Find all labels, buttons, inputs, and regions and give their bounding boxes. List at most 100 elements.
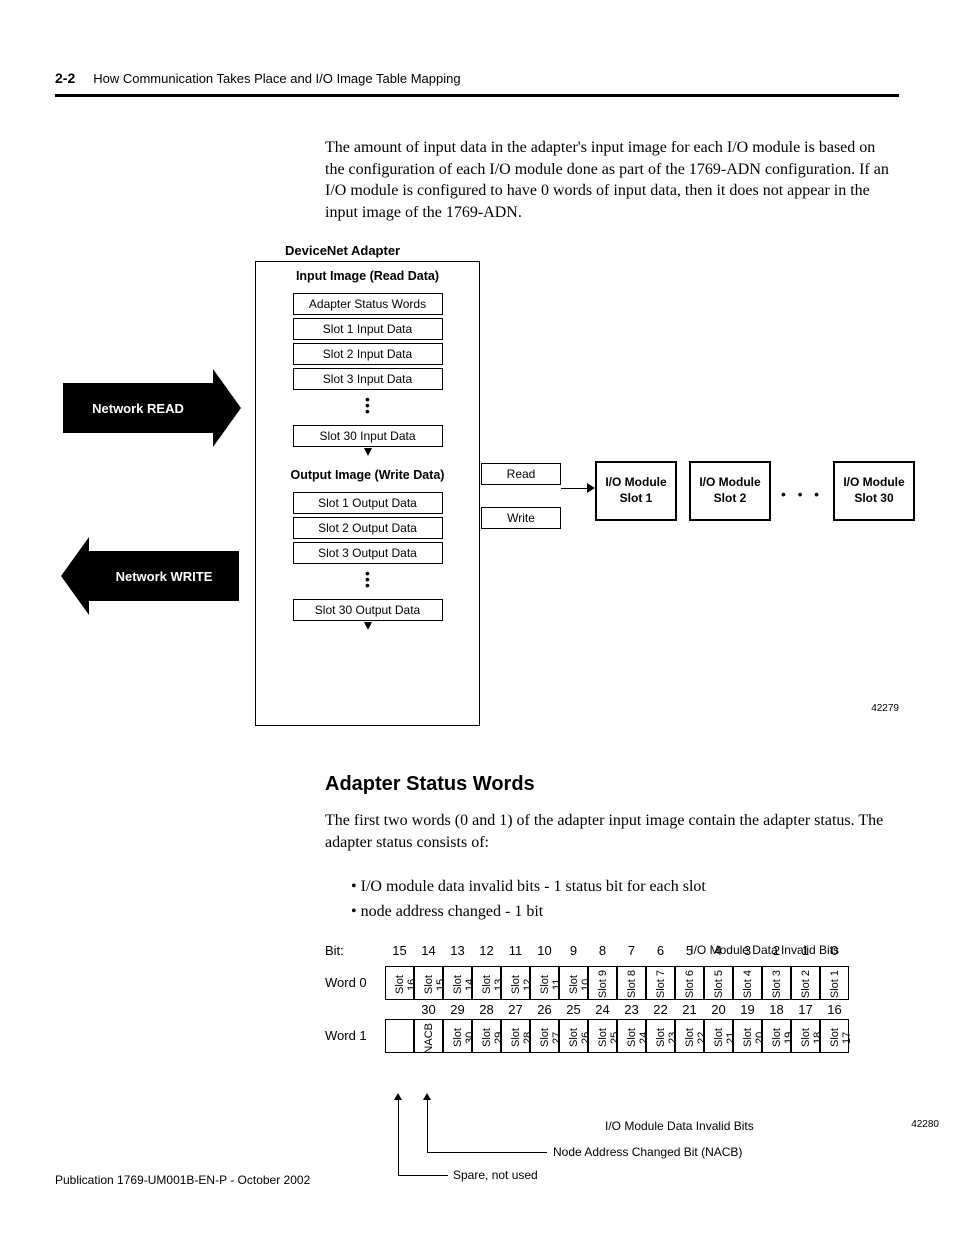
bit-label: 14: [414, 943, 443, 958]
bit-label: 7: [617, 943, 646, 958]
slot-cell: Slot 11: [530, 966, 559, 1000]
slot-cell: Slot 28: [501, 1019, 530, 1053]
bit-label: 10: [530, 943, 559, 958]
page-number: 2-2: [55, 70, 75, 86]
slot-cell: NACB: [414, 1019, 443, 1053]
slot-cell: Slot 16: [385, 966, 414, 1000]
slot-cell: Slot 22: [675, 1019, 704, 1053]
read-write-box: Read Write: [481, 463, 561, 529]
bit-label: 15: [385, 943, 414, 958]
bit-label: 30: [414, 1002, 443, 1017]
slot-cell: Slot 19: [762, 1019, 791, 1053]
dots-icon: •••: [256, 567, 479, 591]
io-module-slot-label: Slot 30: [854, 491, 893, 505]
bullet-list: • I/O module data invalid bits - 1 statu…: [351, 874, 899, 925]
body-paragraph-1: The amount of input data in the adapter'…: [325, 137, 889, 223]
bit-label: 16: [820, 1002, 849, 1017]
network-write-label: Network WRITE: [116, 569, 213, 584]
slot-cell: Slot 21: [704, 1019, 733, 1053]
header-title: How Communication Takes Place and I/O Im…: [93, 71, 460, 86]
bit-label: 20: [704, 1002, 733, 1017]
read-label: Read: [481, 463, 561, 485]
header-rule: [55, 94, 899, 97]
page-header: 2-2 How Communication Takes Place and I/…: [55, 70, 899, 86]
input-row-3: Slot 3 Input Data: [293, 368, 443, 390]
bit-label: 28: [472, 1002, 501, 1017]
output-row-last: Slot 30 Output Data: [293, 599, 443, 621]
input-image-title: Input Image (Read Data): [256, 262, 479, 290]
slot-cell: Slot 14: [443, 966, 472, 1000]
input-row-last-label: Slot 30 Input Data: [319, 429, 415, 443]
input-row-last: Slot 30 Input Data: [293, 425, 443, 447]
slot-cell: Slot 13: [472, 966, 501, 1000]
slot-cell: Slot 1: [820, 966, 849, 1000]
bit-label: 25: [559, 1002, 588, 1017]
slot-cell: Slot 24: [617, 1019, 646, 1053]
slot-cell: Slot 27: [530, 1019, 559, 1053]
network-read-arrow: Network READ: [63, 383, 213, 433]
bit-label: 29: [443, 1002, 472, 1017]
slot-cell: Slot 26: [559, 1019, 588, 1053]
devicenet-adapter-label: DeviceNet Adapter: [285, 243, 400, 258]
slot-cell: Slot 10: [559, 966, 588, 1000]
adapter-diagram: DeviceNet Adapter Input Image (Read Data…: [55, 243, 899, 743]
bullet-2: node address changed - 1 bit: [361, 903, 544, 920]
input-row-0: Adapter Status Words: [293, 293, 443, 315]
io-module-label: I/O Module: [843, 475, 904, 489]
arrow-right-icon: [587, 483, 595, 493]
bit-label: 8: [588, 943, 617, 958]
arrow-up-icon: [394, 1093, 402, 1100]
figure-id-2: 42280: [911, 1119, 939, 1130]
adapter-box: Input Image (Read Data) Adapter Status W…: [255, 261, 480, 726]
bullet-1: I/O module data invalid bits - 1 status …: [361, 878, 706, 895]
slot-cell: Slot 20: [733, 1019, 762, 1053]
slot-cell: Slot 3: [762, 966, 791, 1000]
bit-label: 21: [675, 1002, 704, 1017]
invalid-bits-bottom-label: I/O Module Data Invalid Bits: [605, 1119, 754, 1133]
output-row-last-label: Slot 30 Output Data: [315, 603, 420, 617]
word1-label: Word 1: [325, 1028, 385, 1043]
slot-cell: Slot 2: [791, 966, 820, 1000]
dots-icon: •••: [256, 393, 479, 417]
word0-label: Word 0: [325, 975, 385, 990]
io-module-slot-label: Slot 1: [620, 491, 653, 505]
bit-label: 17: [791, 1002, 820, 1017]
input-row-2: Slot 2 Input Data: [293, 343, 443, 365]
output-row-0: Slot 1 Output Data: [293, 492, 443, 514]
arrow-down-icon: [364, 448, 372, 456]
network-write-arrow: Network WRITE: [89, 551, 239, 601]
arrow-up-icon: [423, 1093, 431, 1100]
slot-cell: Slot 8: [617, 966, 646, 1000]
io-module-slot-1: I/O Module Slot 1: [595, 461, 677, 521]
slot-cell: Slot 30: [443, 1019, 472, 1053]
status-words-diagram: I/O Module Data Invalid Bits Bit: 151413…: [325, 943, 899, 1133]
bit-label: 27: [501, 1002, 530, 1017]
bit-label: 26: [530, 1002, 559, 1017]
slot-cell: Slot 5: [704, 966, 733, 1000]
bit-label: 6: [646, 943, 675, 958]
dots-icon: • • •: [781, 486, 819, 502]
section-heading-adapter-status: Adapter Status Words: [325, 773, 899, 796]
input-row-1: Slot 1 Input Data: [293, 318, 443, 340]
io-module-label: I/O Module: [699, 475, 760, 489]
write-label: Write: [481, 507, 561, 529]
slot-cell: [385, 1019, 414, 1053]
io-module-label: I/O Module: [605, 475, 666, 489]
slot-cell: Slot 17: [820, 1019, 849, 1053]
slot-cell: Slot 18: [791, 1019, 820, 1053]
slot-cell: Slot 9: [588, 966, 617, 1000]
bit-label: 19: [733, 1002, 762, 1017]
slot-cell: Slot 7: [646, 966, 675, 1000]
bit-label: 23: [617, 1002, 646, 1017]
bit-label: 11: [501, 943, 530, 958]
io-module-slot-2: I/O ModuleSlot 2: [689, 461, 771, 521]
output-row-1: Slot 2 Output Data: [293, 517, 443, 539]
bit-label: 18: [762, 1002, 791, 1017]
bit-label: 13: [443, 943, 472, 958]
nacb-callout: Node Address Changed Bit (NACB): [553, 1145, 742, 1159]
bit-label: 22: [646, 1002, 675, 1017]
slot-cell: Slot 23: [646, 1019, 675, 1053]
slot-cell: Slot 25: [588, 1019, 617, 1053]
bit-label: 12: [472, 943, 501, 958]
bit-label: 24: [588, 1002, 617, 1017]
